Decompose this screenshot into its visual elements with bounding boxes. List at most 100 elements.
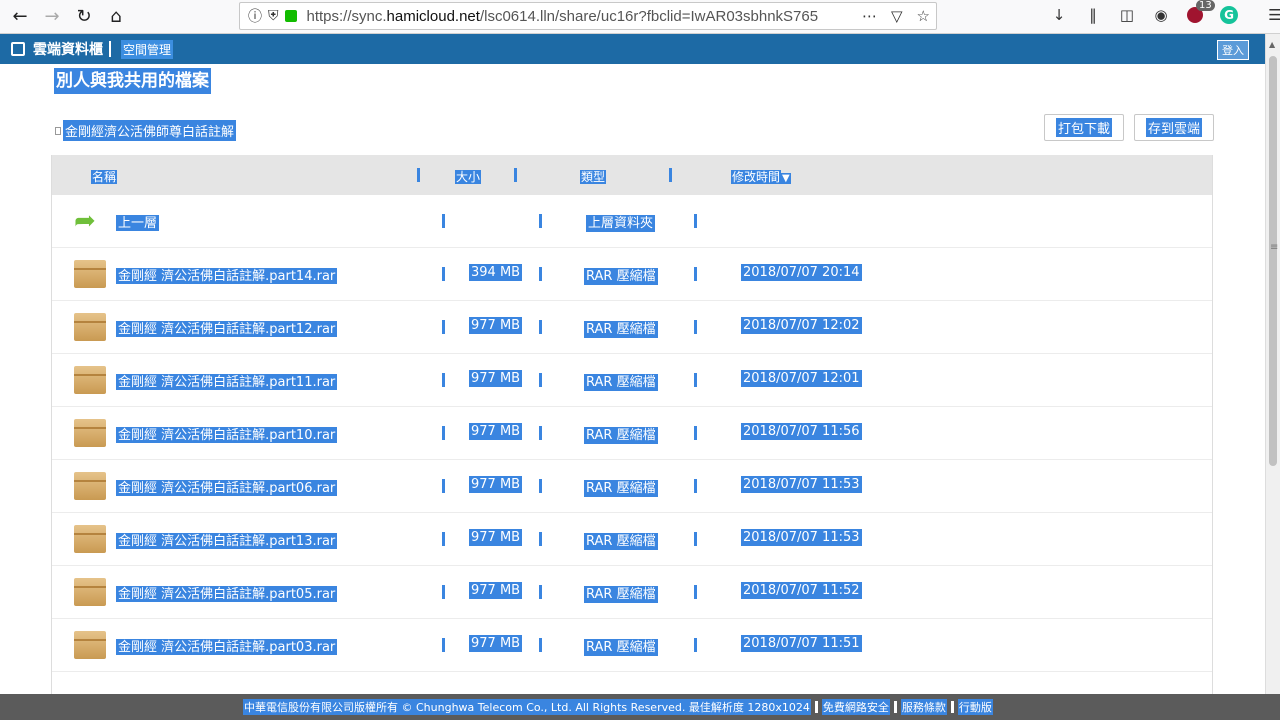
cell-divider xyxy=(442,479,445,493)
file-name[interactable]: 金剛經 濟公活佛白話註解.part05.rar xyxy=(116,583,354,602)
table-row[interactable]: 金剛經 濟公活佛白話註解.part13.rar 977 MB RAR 壓縮檔 2018… xyxy=(52,513,1212,566)
table-row[interactable]: 金剛經 濟公活佛白話註解.part12.rar 977 MB RAR 壓縮檔 2018… xyxy=(52,301,1212,354)
scroll-grip-icon: ≡ xyxy=(1270,242,1279,253)
save-to-cloud-button[interactable]: 存到雲端 xyxy=(1134,114,1214,141)
rar-archive-icon xyxy=(74,631,106,659)
file-modified-time: 2018/07/07 11:51 xyxy=(741,635,862,652)
file-name[interactable]: 金剛經 濟公活佛白話註解.part14.rar xyxy=(116,265,354,284)
url-domain: hamicloud.net xyxy=(386,7,480,25)
footer: 中華電信股份有限公司版權所有 © Chunghwa Telecom Co., L… xyxy=(0,694,1280,720)
page-title: 別人與我共用的檔案 xyxy=(54,68,211,94)
table-row-parent[interactable]: ➦ 上一層 上層資料夾 xyxy=(52,195,1212,248)
lock-icon[interactable] xyxy=(284,10,297,22)
file-name[interactable]: 金剛經 濟公活佛白話註解.part06.rar xyxy=(116,477,354,496)
rar-archive-icon xyxy=(74,366,106,394)
file-size: 977 MB xyxy=(469,370,523,387)
col-header-name[interactable]: 名稱 xyxy=(91,168,118,185)
home-icon[interactable]: ⌂ xyxy=(100,3,132,31)
go-up-icon: ➦ xyxy=(74,206,96,236)
cell-divider xyxy=(694,532,697,546)
file-size: 977 MB xyxy=(469,582,523,599)
row-name[interactable]: 上一層 xyxy=(116,212,354,231)
file-modified-time: 2018/07/07 12:01 xyxy=(741,370,862,387)
rar-archive-icon xyxy=(74,260,106,288)
space-management-link[interactable]: 空間管理 xyxy=(121,39,174,59)
cell-divider xyxy=(539,426,542,440)
table-row[interactable]: 金剛經 濟公活佛白話註解.part06.rar 977 MB RAR 壓縮檔 2018… xyxy=(52,460,1212,513)
column-resize-handle[interactable] xyxy=(669,168,672,182)
cell-divider xyxy=(442,585,445,599)
rar-archive-icon xyxy=(74,419,106,447)
footer-link-terms[interactable]: 服務條款 xyxy=(900,699,947,715)
file-size: 977 MB xyxy=(469,317,523,334)
page-actions-icon[interactable]: ⋯ xyxy=(862,7,877,25)
info-icon[interactable]: ⓘ xyxy=(248,6,262,26)
page-scrollbar[interactable]: ▲ ≡ xyxy=(1265,34,1280,694)
url-path: /lsc0614.lln/share/uc16r?fbclid=IwAR03sb… xyxy=(479,7,819,25)
footer-divider xyxy=(893,701,897,713)
url-text[interactable]: https://sync.hamicloud.net/lsc0614.lln/s… xyxy=(307,8,852,25)
file-name[interactable]: 金剛經 濟公活佛白話註解.part13.rar xyxy=(116,530,354,549)
file-size: 977 MB xyxy=(469,635,523,652)
table-row[interactable]: 金剛經 濟公活佛白話註解.part14.rar 394 MB RAR 壓縮檔 2018… xyxy=(52,248,1212,301)
footer-divider xyxy=(814,701,818,713)
cell-divider xyxy=(539,585,542,599)
ublock-extension-icon[interactable]: 13 xyxy=(1184,0,1215,26)
scroll-thumb[interactable] xyxy=(1269,56,1277,466)
site-title[interactable]: 雲端資料櫃 xyxy=(33,39,103,59)
pocket-icon[interactable]: ▽ xyxy=(891,7,903,25)
back-arrow-icon[interactable]: ← xyxy=(4,3,36,31)
account-icon[interactable]: ◉ xyxy=(1150,4,1172,26)
table-row[interactable]: 金剛經 濟公活佛白話註解.part03.rar 977 MB RAR 壓縮檔 2018… xyxy=(52,619,1212,672)
address-bar[interactable]: ⓘ ⛨ https://sync.hamicloud.net/lsc0614.l… xyxy=(239,2,937,30)
col-header-time[interactable]: 修改時間 ▼ xyxy=(731,168,791,185)
table-row[interactable]: 金剛經 濟公活佛白話註解.part10.rar 977 MB RAR 壓縮檔 2018… xyxy=(52,407,1212,460)
cell-divider xyxy=(539,320,542,334)
file-name[interactable]: 金剛經 濟公活佛白話註解.part03.rar xyxy=(116,636,354,655)
file-name[interactable]: 金剛經 濟公活佛白話註解.part12.rar xyxy=(116,318,354,337)
file-type: RAR 壓縮檔 xyxy=(584,533,658,550)
scroll-up-arrow-icon[interactable]: ▲ xyxy=(1269,40,1275,49)
file-type: RAR 壓縮檔 xyxy=(584,427,658,444)
cell-divider xyxy=(694,426,697,440)
table-row[interactable]: 金剛經 濟公活佛白話註解.part11.rar 977 MB RAR 壓縮檔 2018… xyxy=(52,354,1212,407)
rar-archive-icon xyxy=(74,472,106,500)
rar-archive-icon xyxy=(74,578,106,606)
grammarly-extension-icon[interactable]: G xyxy=(1218,4,1240,26)
login-button[interactable]: 登入 xyxy=(1217,40,1249,60)
pack-download-button[interactable]: 打包下載 xyxy=(1044,114,1124,141)
bookmark-star-icon[interactable]: ☆ xyxy=(917,7,930,25)
library-icon[interactable]: ‖ xyxy=(1082,4,1104,26)
folder-icon xyxy=(55,126,61,135)
cell-divider xyxy=(694,373,697,387)
hamburger-menu-icon[interactable]: ☰ xyxy=(1264,4,1280,26)
rar-archive-icon xyxy=(74,313,106,341)
table-row[interactable]: 金剛經 濟公活佛白話註解.part05.rar 977 MB RAR 壓縮檔 2018… xyxy=(52,566,1212,619)
col-header-type[interactable]: 類型 xyxy=(580,168,607,185)
rar-archive-icon xyxy=(74,525,106,553)
cell-divider xyxy=(539,267,542,281)
file-type: RAR 壓縮檔 xyxy=(584,480,658,497)
footer-link-security[interactable]: 免費網路安全 xyxy=(821,699,890,715)
file-name[interactable]: 金剛經 濟公活佛白話註解.part10.rar xyxy=(116,424,354,443)
header-divider xyxy=(109,41,111,57)
col-header-size[interactable]: 大小 xyxy=(455,168,482,185)
forward-arrow-icon[interactable]: → xyxy=(36,3,68,31)
cell-divider xyxy=(442,214,445,228)
file-size: 977 MB xyxy=(469,529,523,546)
column-resize-handle[interactable] xyxy=(514,168,517,182)
pack-download-label: 打包下載 xyxy=(1055,118,1112,137)
column-resize-handle[interactable] xyxy=(417,168,420,182)
shield-icon[interactable]: ⛨ xyxy=(268,8,279,24)
download-icon[interactable]: ↓ xyxy=(1048,4,1070,26)
file-name[interactable]: 金剛經 濟公活佛白話註解.part11.rar xyxy=(116,371,354,390)
file-modified-time: 2018/07/07 11:52 xyxy=(741,582,862,599)
sidebar-icon[interactable]: ◫ xyxy=(1116,4,1138,26)
file-type: RAR 壓縮檔 xyxy=(584,639,658,656)
sort-desc-icon[interactable]: ▼ xyxy=(781,173,791,184)
breadcrumb-current[interactable]: 金剛經濟公活佛師尊白話註解 xyxy=(63,120,237,141)
browser-toolbar: ← → ↻ ⌂ ⓘ ⛨ https://sync.hamicloud.net/l… xyxy=(0,0,1280,34)
reload-icon[interactable]: ↻ xyxy=(68,3,100,31)
footer-link-mobile[interactable]: 行動版 xyxy=(957,699,993,715)
cell-divider xyxy=(539,479,542,493)
